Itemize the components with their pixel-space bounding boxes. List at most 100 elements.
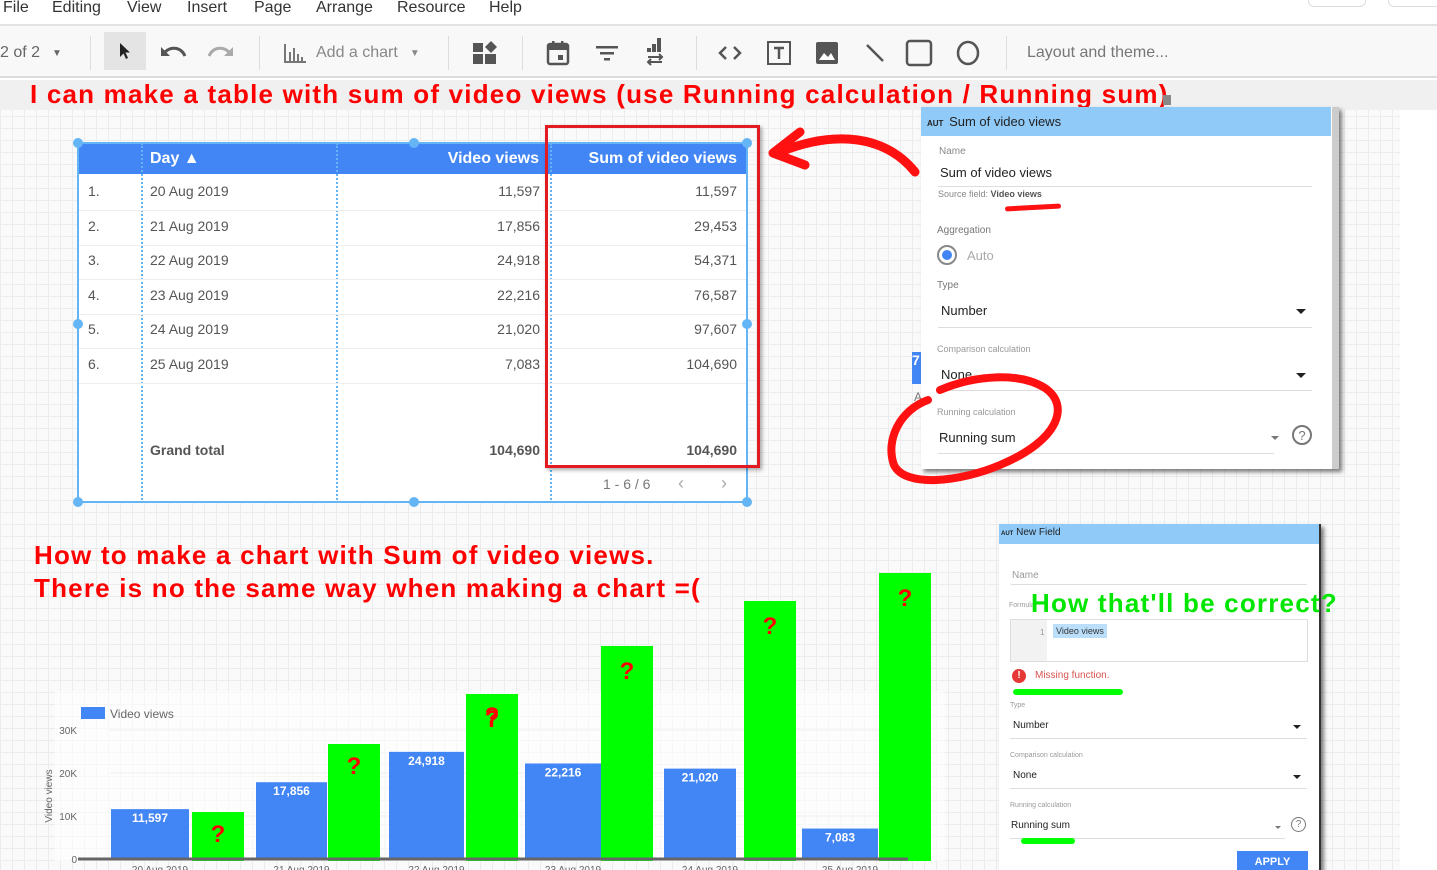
redo-button[interactable] bbox=[204, 36, 238, 70]
name-input[interactable]: Sum of video views bbox=[940, 165, 1052, 180]
green-underline-annotation bbox=[1013, 689, 1123, 695]
cell-day: 24 Aug 2019 bbox=[150, 321, 229, 338]
bar-data-label: 21,020 bbox=[682, 771, 719, 785]
type-select[interactable]: Number bbox=[1010, 717, 1307, 737]
menu-page[interactable]: Page bbox=[254, 0, 291, 17]
formula-editor[interactable]: 1 Video views bbox=[1010, 619, 1308, 662]
y-tick-label: 0 bbox=[71, 855, 77, 866]
circle-icon bbox=[956, 40, 980, 66]
cell-video-views: 7,083 bbox=[504, 356, 540, 372]
dropdown-arrow-icon bbox=[1293, 725, 1301, 729]
toolbar: 2 of 2 ▼ Add a chart ▼ Layout and theme.… bbox=[0, 24, 1437, 78]
error-icon: ! bbox=[1012, 669, 1026, 683]
line-button[interactable] bbox=[860, 36, 890, 70]
page-selector[interactable]: 2 of 2 ▼ bbox=[0, 36, 62, 70]
row-number: 2. bbox=[88, 217, 100, 234]
x-tick-label: 25 Aug 2019 bbox=[822, 865, 879, 870]
menu-file[interactable]: File bbox=[3, 0, 29, 17]
bar-chart-icon bbox=[284, 44, 306, 63]
grand-total-views: 104,690 bbox=[489, 442, 540, 458]
resize-handle[interactable] bbox=[73, 319, 83, 329]
top-button[interactable] bbox=[1308, 0, 1366, 7]
menu-edit[interactable]: Editing bbox=[52, 0, 101, 17]
undo-button[interactable] bbox=[156, 36, 190, 70]
divider bbox=[1011, 584, 1307, 585]
image-button[interactable] bbox=[812, 36, 842, 70]
resize-handle[interactable] bbox=[73, 138, 83, 148]
panel-edge bbox=[1319, 524, 1321, 870]
source-field-label: Source field: bbox=[938, 189, 989, 199]
cell-day: 20 Aug 2019 bbox=[150, 183, 229, 199]
divider bbox=[938, 327, 1312, 328]
cell-day: 25 Aug 2019 bbox=[150, 356, 229, 372]
circle-button[interactable] bbox=[953, 36, 983, 70]
legend-label[interactable]: Video views bbox=[110, 707, 174, 721]
resize-handle[interactable] bbox=[409, 497, 419, 507]
help-icon[interactable]: ? bbox=[1291, 817, 1306, 832]
menu-help[interactable]: Help bbox=[489, 0, 522, 17]
comparison-select[interactable]: None bbox=[1010, 767, 1307, 787]
select-tool-button[interactable] bbox=[104, 32, 146, 70]
dropdown-arrow-icon bbox=[1296, 373, 1306, 378]
date-range-button[interactable] bbox=[543, 36, 573, 70]
type-value: Number bbox=[1013, 720, 1049, 731]
y-tick-label: 10K bbox=[59, 812, 77, 823]
menu-arrange[interactable]: Arrange bbox=[316, 0, 373, 17]
column-header-video-views[interactable]: Video views bbox=[448, 150, 539, 168]
help-icon[interactable]: ? bbox=[1292, 425, 1312, 445]
cell-video-views: 17,856 bbox=[497, 217, 540, 234]
bar-data-label: 24,918 bbox=[408, 754, 445, 768]
bar-running-sum-annotation bbox=[879, 686, 931, 861]
layout-theme-button[interactable]: Layout and theme... bbox=[1027, 36, 1168, 70]
running-calculation-select[interactable]: Running sum bbox=[1010, 817, 1285, 837]
cell-day: 21 Aug 2019 bbox=[150, 217, 229, 234]
formula-field-token[interactable]: Video views bbox=[1053, 624, 1107, 638]
panel-scrollbar[interactable] bbox=[1332, 107, 1339, 469]
red-arrow-annotation bbox=[768, 127, 920, 177]
embed-code-icon bbox=[718, 46, 742, 60]
dropdown-arrow-icon bbox=[1296, 309, 1306, 314]
community-visualizations-button[interactable] bbox=[470, 36, 500, 70]
add-chart-button[interactable]: Add a chart ▼ bbox=[282, 36, 420, 70]
type-select[interactable]: Number bbox=[937, 299, 1313, 327]
embed-url-button[interactable] bbox=[714, 36, 746, 70]
column-header-day[interactable]: Day ▲ bbox=[150, 150, 200, 168]
running-calculation-value: Running sum bbox=[1011, 820, 1070, 831]
prev-page-icon[interactable]: ‹ bbox=[678, 473, 684, 494]
bar-video-views[interactable] bbox=[389, 751, 464, 859]
top-button[interactable] bbox=[1388, 0, 1437, 7]
divider bbox=[1010, 738, 1307, 739]
comparison-label: Comparison calculation bbox=[1010, 752, 1083, 759]
menu-insert[interactable]: Insert bbox=[187, 0, 227, 17]
running-calculation-label: Running calculation bbox=[1010, 802, 1072, 809]
aggregation-value: Auto bbox=[967, 248, 994, 263]
bar-data-label: 11,597 bbox=[132, 811, 168, 825]
next-page-icon[interactable]: › bbox=[721, 473, 727, 494]
text-box-icon bbox=[767, 41, 791, 65]
question-mark-annotation: ? bbox=[619, 658, 635, 685]
divider bbox=[1010, 788, 1307, 789]
x-tick-label: 24 Aug 2019 bbox=[682, 865, 739, 870]
apply-button[interactable]: APPLY bbox=[1237, 851, 1308, 870]
grand-total-label: Grand total bbox=[150, 442, 225, 458]
panel-title: New Field bbox=[1016, 527, 1061, 538]
resize-handle[interactable] bbox=[73, 497, 83, 507]
type-label: Type bbox=[937, 280, 959, 291]
cell-video-views: 11,597 bbox=[498, 183, 540, 199]
panel-header: AUT Sum of video views bbox=[921, 107, 1331, 136]
resize-handle[interactable] bbox=[742, 497, 752, 507]
aggregation-radio[interactable] bbox=[937, 245, 957, 265]
resize-handle[interactable] bbox=[409, 138, 419, 148]
data-control-button[interactable] bbox=[640, 34, 670, 70]
name-input[interactable]: Name bbox=[1012, 570, 1039, 581]
filter-control-button[interactable] bbox=[592, 36, 622, 70]
divider bbox=[1006, 36, 1007, 70]
type-label: Type bbox=[1010, 702, 1026, 709]
rectangle-icon bbox=[905, 39, 933, 67]
rectangle-button[interactable] bbox=[904, 36, 934, 70]
bar-data-label: 22,216 bbox=[545, 765, 582, 779]
text-button[interactable] bbox=[764, 36, 794, 70]
menu-view[interactable]: View bbox=[127, 0, 161, 17]
drag-handle[interactable] bbox=[1163, 95, 1171, 105]
menu-resource[interactable]: Resource bbox=[397, 0, 465, 17]
